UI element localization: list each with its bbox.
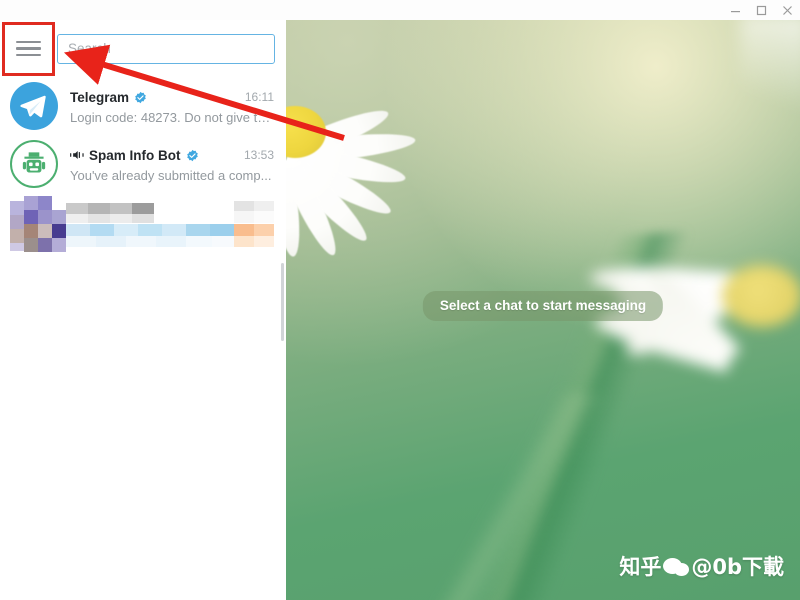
chat-item-header: Spam Info Bot 13:53 [70,146,274,165]
minimize-icon [730,10,740,12]
chat-list-item-censored[interactable] [0,193,286,252]
watermark-prefix: 知乎 [619,555,662,579]
avatar [10,82,58,130]
sidebar-header [0,20,286,77]
chat-item-header: Telegram 16:11 [70,88,274,107]
chat-list-item-telegram[interactable]: Telegram 16:11 Login code: 48273. Do not… [0,77,286,135]
watermark-suffix: @0b下載 [691,555,784,579]
daisy-flower-left [286,80,468,370]
chat-list-scrollbar[interactable] [281,263,284,341]
maximize-icon [756,5,766,15]
hamburger-menu-icon [16,37,41,61]
chat-title: Telegram [70,89,130,105]
title-bar [0,0,800,20]
sheriff-robot-icon [22,152,46,173]
verified-badge-icon [186,149,199,162]
hamburger-menu-button[interactable] [0,20,57,77]
chat-preview-text: You've already submitted a comp... [70,167,272,183]
chat-list[interactable]: Telegram 16:11 Login code: 48273. Do not… [0,77,286,600]
muted-speaker-icon [70,149,84,161]
chat-item-content: Telegram 16:11 Login code: 48273. Do not… [70,88,274,125]
watermark: 知乎 @0b下載 [619,557,784,578]
search-field-wrapper[interactable] [57,33,275,64]
avatar [10,140,58,188]
maximize-button[interactable] [748,0,774,20]
close-icon [782,5,792,15]
select-chat-placeholder: Select a chat to start messaging [422,291,664,321]
chat-item-content: Spam Info Bot 13:53 You've already submi… [70,146,274,183]
minimize-button[interactable] [722,0,748,20]
close-button[interactable] [774,0,800,20]
verified-badge-icon [134,91,147,104]
chat-timestamp: 16:11 [244,90,274,104]
mosaic-censor-overlay [0,193,286,252]
chat-timestamp: 13:53 [243,148,274,162]
daisy-flower-right [520,145,800,415]
sidebar: Telegram 16:11 Login code: 48273. Do not… [0,20,286,600]
search-input[interactable] [68,41,264,56]
telegram-plane-icon [20,95,46,118]
telegram-desktop-window: Telegram 16:11 Login code: 48273. Do not… [0,0,800,600]
background-highlight [740,20,800,134]
chat-list-item-spam-info-bot[interactable]: Spam Info Bot 13:53 You've already submi… [0,135,286,193]
wechat-logo-icon [663,557,690,578]
chat-title: Spam Info Bot [89,147,181,163]
chat-preview-text: Login code: 48273. Do not give thi... [70,109,274,125]
chat-background-pane: Select a chat to start messaging 知乎 @0b下… [286,20,800,600]
